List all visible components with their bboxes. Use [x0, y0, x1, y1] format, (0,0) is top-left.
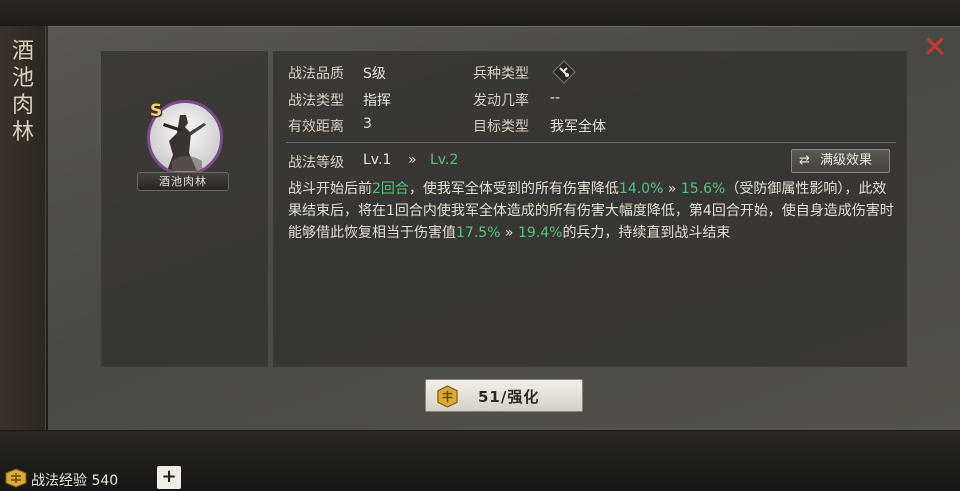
- heal-ratio-to: 19.4%: [517, 225, 563, 241]
- level-label: 战法等级: [288, 155, 344, 171]
- target-type-value: 我军全体: [550, 119, 606, 135]
- damage-reduction-to: 15.6%: [680, 181, 726, 197]
- heal-ratio-from: 17.5%: [456, 225, 501, 241]
- close-button[interactable]: ✕: [918, 33, 952, 63]
- enhance-button[interactable]: 51/强化: [425, 379, 583, 412]
- trigger-rate-value: --: [550, 90, 561, 106]
- grade-badge: S: [150, 101, 163, 121]
- portrait-box: [101, 51, 268, 367]
- swap-icon: ⇄: [799, 153, 810, 168]
- enhance-label: 51/强化: [478, 388, 540, 406]
- quality-value: S级: [363, 66, 386, 82]
- tactic-exp-icon: [5, 468, 27, 488]
- target-type-label: 目标类型: [473, 119, 529, 135]
- tactic-type-value: 指挥: [363, 93, 391, 109]
- divider: [286, 142, 896, 143]
- tactic-exp-label: 战法经验 540: [31, 473, 119, 489]
- enhance-coin-icon: [437, 385, 458, 408]
- top-bar-background: [0, 0, 960, 26]
- tactic-title: 酒池肉林: [11, 39, 34, 145]
- level-current: Lv.1: [363, 152, 392, 168]
- tactic-description: 战斗开始后前2回合，使我军全体受到的所有伤害降低14.0% » 15.6%（受防…: [288, 181, 894, 241]
- level-arrow-icon: »: [408, 152, 417, 168]
- tactic-type-label: 战法类型: [288, 93, 344, 109]
- damage-reduction-from: 14.0%: [618, 181, 664, 197]
- troop-type-label: 兵种类型: [473, 66, 529, 82]
- level-next: Lv.2: [430, 152, 459, 168]
- rounds-highlight: 2回合: [372, 181, 409, 197]
- max-effect-button[interactable]: ⇄ 满级效果: [791, 149, 890, 173]
- max-effect-label: 满级效果: [820, 153, 873, 168]
- tactic-name-tag: 酒池肉林: [137, 172, 229, 191]
- range-value: 3: [363, 116, 372, 132]
- add-exp-button[interactable]: +: [157, 466, 181, 489]
- troop-type-icon: [552, 60, 576, 84]
- title-plaque: 酒池肉林: [0, 26, 46, 430]
- range-label: 有效距离: [288, 119, 344, 135]
- trigger-rate-label: 发动几率: [473, 93, 529, 109]
- bottom-bar: [0, 431, 960, 491]
- quality-label: 战法品质: [288, 66, 344, 82]
